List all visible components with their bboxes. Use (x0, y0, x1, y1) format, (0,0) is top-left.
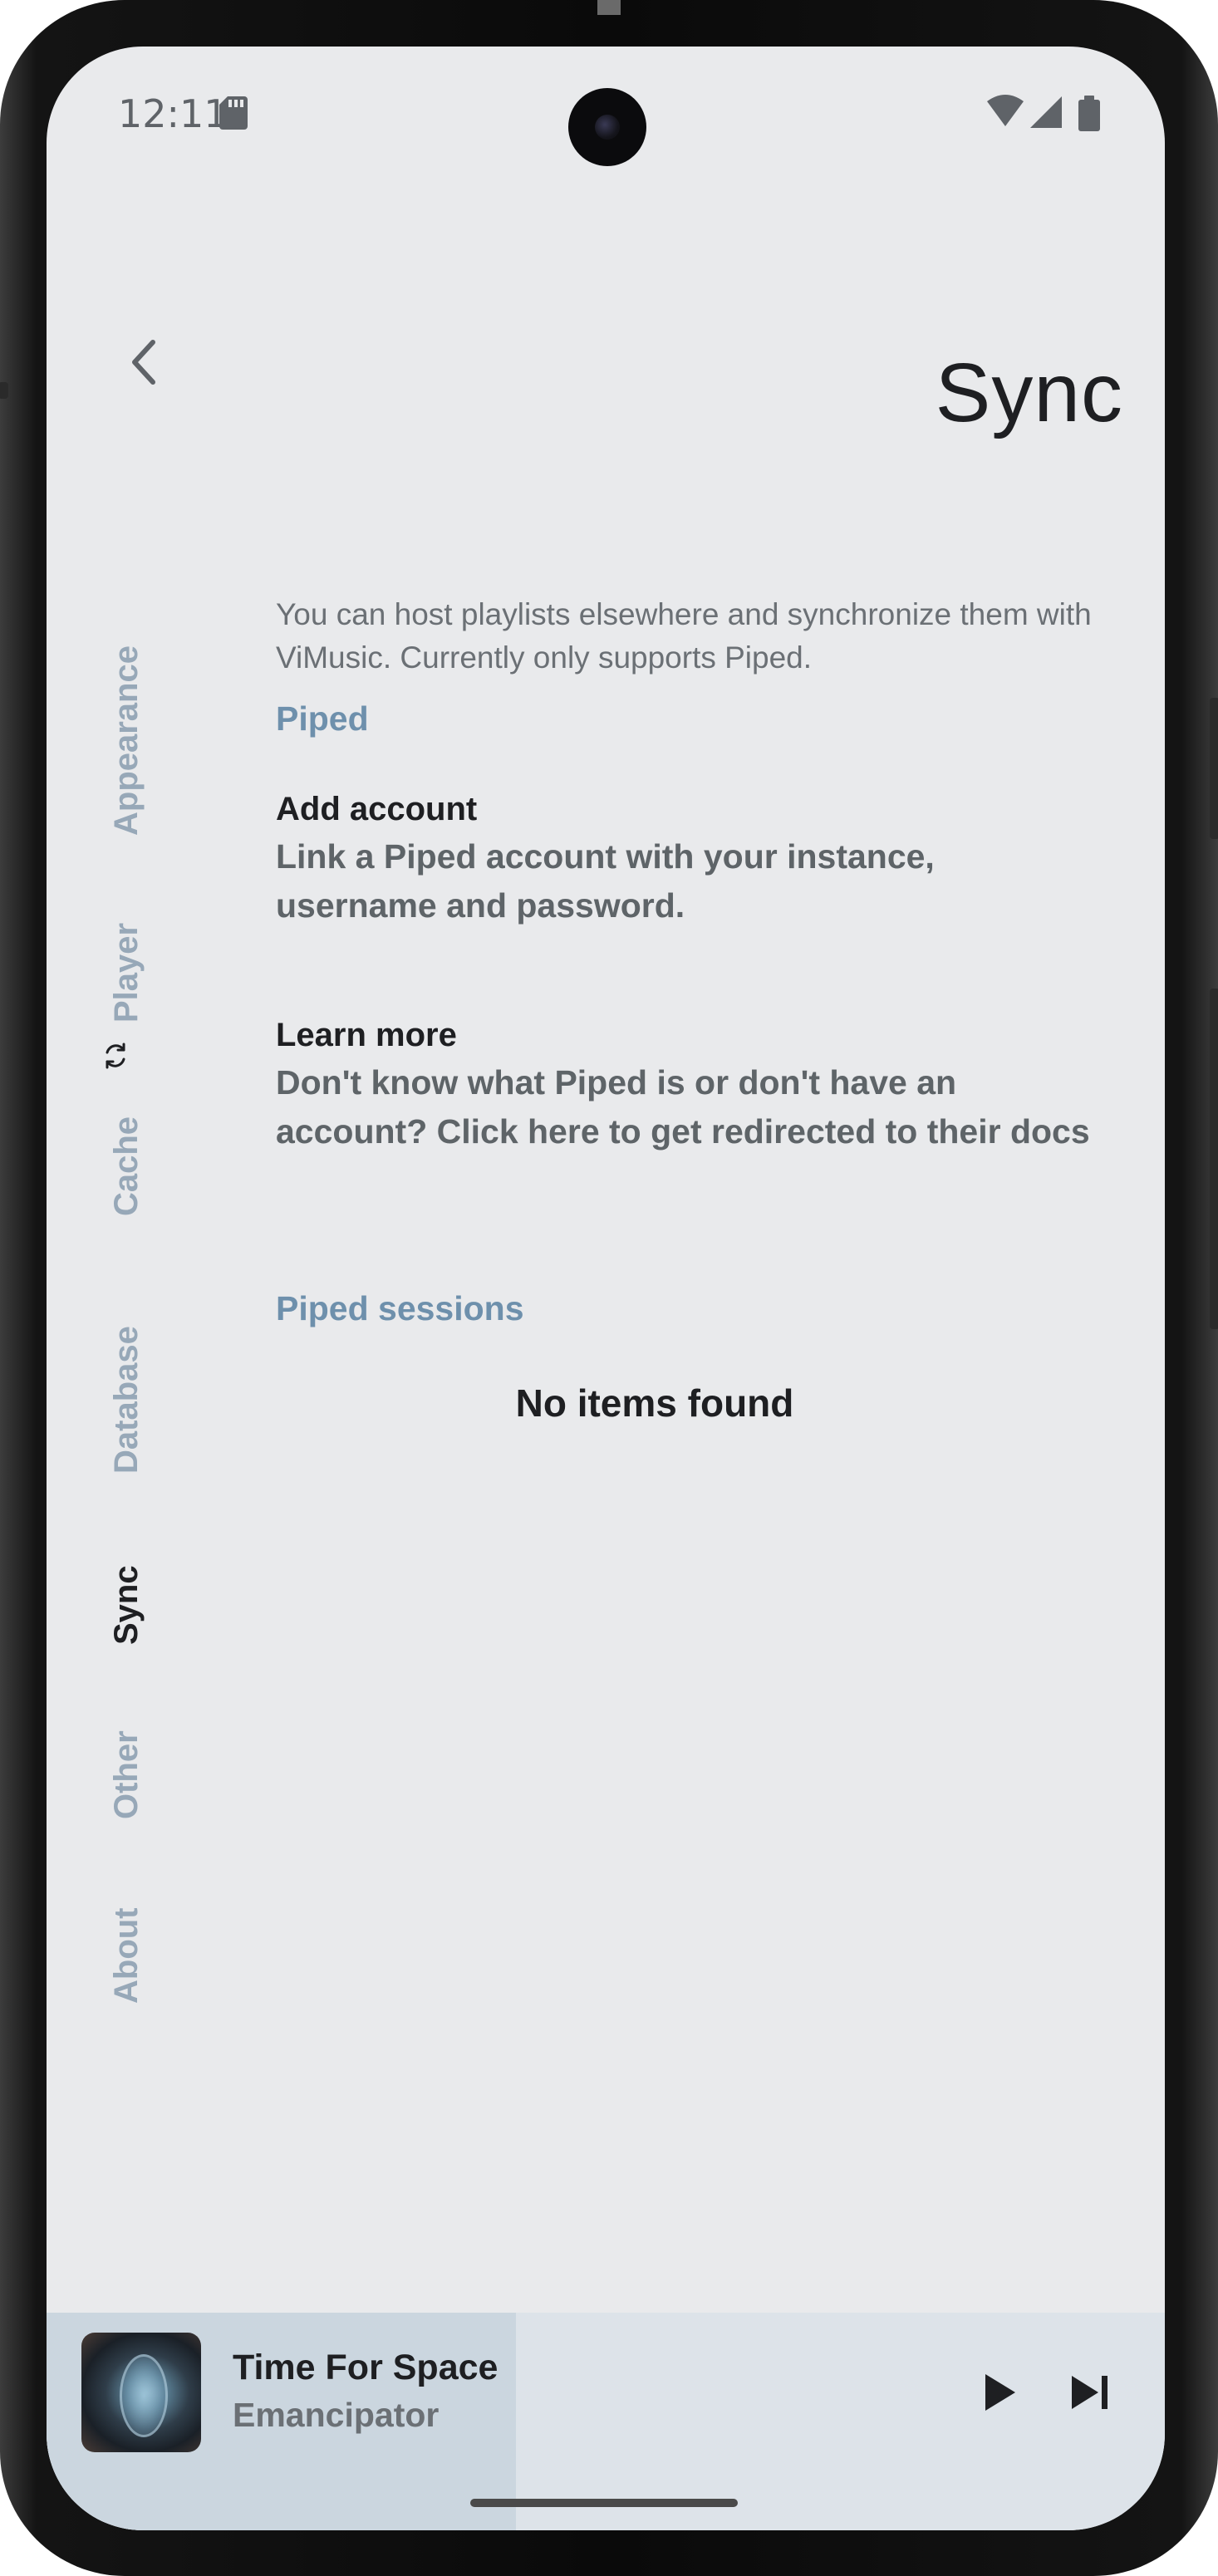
sidebar-item-label: Player (108, 922, 145, 1023)
empty-state-text: No items found (515, 1381, 794, 1425)
status-icons (987, 95, 1100, 131)
signal-icon (1030, 96, 1062, 128)
add-account-description: Link a Piped account with your instance,… (276, 837, 935, 925)
battery-icon (1078, 96, 1100, 131)
learn-more-title: Learn more (276, 1017, 457, 1053)
sidebar-item-label: Other (108, 1730, 145, 1819)
side-button-left (0, 382, 8, 399)
front-camera (568, 88, 646, 166)
mini-player[interactable]: Time For Space Emancipator (47, 2313, 1165, 2530)
play-icon[interactable] (974, 2367, 1024, 2417)
side-button-volume (1210, 989, 1218, 1329)
sidebar-item-label: Database (108, 1326, 145, 1474)
page-title: Sync (935, 346, 1123, 439)
learn-more-description: Don't know what Piped is or don't have a… (276, 1063, 1090, 1151)
side-button-power (1210, 698, 1218, 839)
sidebar-item-about[interactable]: About (71, 1894, 204, 2004)
track-title: Time For Space (233, 2348, 498, 2387)
sidebar-item-label: Appearance (108, 645, 145, 836)
intro-text: You can host playlists elsewhere and syn… (276, 597, 1092, 675)
track-artist: Emancipator (233, 2396, 440, 2434)
home-indicator[interactable] (470, 2499, 738, 2507)
frame-antenna-line (597, 0, 621, 15)
sidebar-item-other[interactable]: Other (71, 1716, 204, 1819)
phone-frame: 12:11 Sync Appearance Player Cache Datab… (0, 0, 1218, 2576)
sidebar-item-appearance[interactable]: Appearance (71, 611, 204, 836)
sidebar-item-cache[interactable]: Cache (71, 1100, 204, 1216)
skip-next-icon[interactable] (1068, 2371, 1112, 2414)
sidebar-item-database[interactable]: Database (71, 1299, 204, 1474)
add-account-title: Add account (276, 791, 478, 827)
sidebar-item-sync[interactable]: Sync (71, 1552, 204, 1645)
sidebar-item-label: Cache (108, 1116, 145, 1216)
wifi-icon (987, 95, 1024, 126)
sd-card-icon (219, 96, 248, 130)
status-time: 12:11 (118, 91, 228, 136)
section-header-piped: Piped (276, 699, 369, 738)
back-icon[interactable] (118, 329, 171, 395)
sidebar-item-player[interactable]: Player (71, 906, 204, 1023)
sync-icon (106, 1043, 125, 1069)
album-art (81, 2333, 201, 2452)
settings-sidebar: Appearance Player Cache Database Sync Ot… (71, 545, 204, 2123)
sidebar-item-label: Sync (108, 1565, 145, 1645)
sidebar-item-label: About (108, 1907, 145, 2004)
screen: 12:11 Sync Appearance Player Cache Datab… (47, 47, 1165, 2530)
section-header-piped-sessions: Piped sessions (276, 1289, 524, 1327)
